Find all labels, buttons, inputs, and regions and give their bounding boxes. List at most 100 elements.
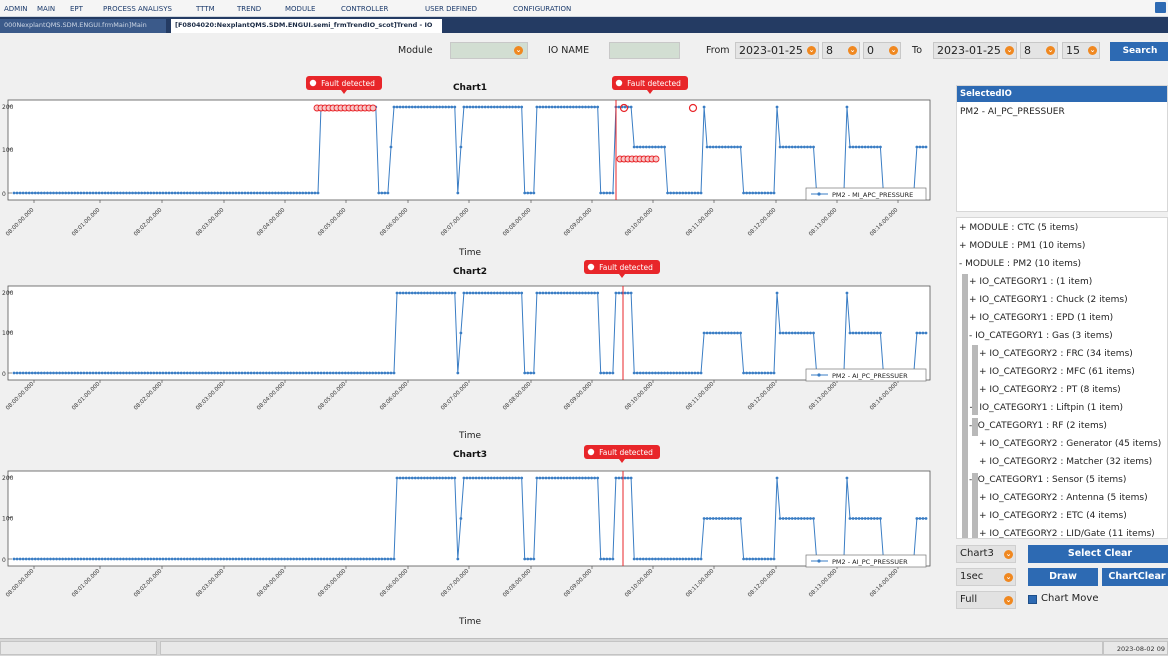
select-clear-button[interactable]: Select Clear bbox=[1028, 545, 1168, 563]
to-date-picker[interactable]: 2023-01-25 ⌄ bbox=[933, 42, 1017, 59]
tree-node[interactable]: + IO_CATEGORY2 : FRC (34 items) bbox=[979, 345, 1133, 363]
selected-io-item[interactable]: PM2 - AI_PC_PRESSUER bbox=[957, 102, 1167, 122]
x-tick-label: 08:04:00.000 bbox=[256, 568, 287, 599]
series-point bbox=[82, 191, 86, 195]
menu-module[interactable]: MODULE bbox=[285, 5, 315, 13]
module-label: Module bbox=[398, 45, 433, 56]
tree-node[interactable]: + IO_CATEGORY1 : (1 item) bbox=[969, 273, 1092, 291]
series-point bbox=[477, 291, 481, 295]
tree-node[interactable]: + IO_CATEGORY2 : Generator (45 items) bbox=[979, 435, 1161, 453]
menu-tttm[interactable]: TTTM bbox=[196, 5, 215, 13]
tree-node[interactable]: + IO_CATEGORY1 : Liftpin (1 item) bbox=[969, 399, 1123, 417]
tree-node[interactable]: + MODULE : CTC (5 items) bbox=[959, 219, 1078, 237]
search-button[interactable]: Search bbox=[1110, 42, 1168, 61]
chart-clear-button[interactable]: ChartClear bbox=[1102, 568, 1168, 586]
x-axis-label: Time bbox=[458, 431, 481, 439]
menu-process-analysis[interactable]: PROCESS ANALISYS bbox=[103, 5, 172, 13]
series-point bbox=[611, 191, 615, 195]
from-min-select[interactable]: 0 ⌄ bbox=[863, 42, 901, 59]
tree-node[interactable]: - IO_CATEGORY1 : Gas (3 items) bbox=[969, 327, 1113, 345]
range-select[interactable]: Full ⌄ bbox=[956, 591, 1016, 609]
tree-node[interactable]: + IO_CATEGORY2 : Antenna (5 items) bbox=[979, 489, 1148, 507]
series-point bbox=[660, 145, 663, 149]
series-point bbox=[210, 191, 214, 195]
series-point bbox=[526, 371, 530, 375]
series-point bbox=[97, 191, 101, 195]
menu-controller[interactable]: CONTROLLER bbox=[341, 5, 388, 13]
series-point bbox=[793, 331, 797, 335]
series-point bbox=[134, 557, 138, 561]
ioname-input[interactable] bbox=[609, 42, 680, 59]
series-point bbox=[319, 371, 323, 375]
chart-select[interactable]: Chart3 ⌄ bbox=[956, 545, 1016, 563]
tree-node[interactable]: + IO_CATEGORY2 : LID/Gate (11 items) bbox=[979, 525, 1155, 538]
series-point bbox=[149, 557, 153, 561]
series-point bbox=[271, 557, 274, 561]
series-point bbox=[106, 557, 110, 561]
from-date-picker[interactable]: 2023-01-25 ⌄ bbox=[735, 42, 819, 59]
tree-node[interactable]: - IO_CATEGORY1 : RF (2 items) bbox=[969, 417, 1107, 435]
chart-1[interactable]: 0 100 200 Chart1 08:00:00.000 08:01:00.000 08:… bbox=[0, 70, 950, 255]
series-point bbox=[149, 371, 153, 375]
x-tick-label: 08:01:00.000 bbox=[71, 568, 102, 599]
tab-main[interactable]: 000NexplantQMS.SDM.ENGUI.frmMain]Main bbox=[0, 19, 166, 33]
interval-select[interactable]: 1sec ⌄ bbox=[956, 568, 1016, 586]
module-select[interactable]: ⌄ bbox=[450, 42, 528, 59]
series-point bbox=[635, 371, 639, 375]
menu-ept[interactable]: EPT bbox=[70, 5, 83, 13]
tree-node[interactable]: + IO_CATEGORY1 : EPD (1 item) bbox=[969, 309, 1113, 327]
tree-node[interactable]: + IO_CATEGORY1 : Chuck (2 items) bbox=[969, 291, 1128, 309]
tree-node[interactable]: + IO_CATEGORY2 : Matcher (32 items) bbox=[979, 453, 1152, 471]
menu-user-defined[interactable]: USER DEFINED bbox=[425, 5, 477, 13]
series-point bbox=[854, 331, 858, 335]
series-point bbox=[234, 371, 238, 375]
series-point bbox=[787, 517, 791, 520]
calendar-icon: ⌄ bbox=[1005, 46, 1014, 55]
menu-trend[interactable]: TREND bbox=[237, 5, 261, 13]
chart-3[interactable]: 0 100 200 Chart3 08:00:00.000 08:01:00.000 08:… bbox=[0, 439, 950, 624]
series-point bbox=[252, 371, 256, 375]
series-point bbox=[860, 145, 864, 149]
chart-move-checkbox[interactable] bbox=[1028, 595, 1037, 604]
tree-node[interactable]: + IO_CATEGORY2 : ETC (4 items) bbox=[979, 507, 1127, 525]
series-point bbox=[432, 105, 435, 109]
chart-2[interactable]: 0 100 200 Chart2 08:00:00.000 08:01:00.000 08:… bbox=[0, 254, 950, 439]
tree-node[interactable]: + IO_CATEGORY2 : MFC (61 items) bbox=[979, 363, 1135, 381]
tab-trend-io[interactable]: [F0804020:NexplantQMS.SDM.ENGUI.semi_frm… bbox=[171, 19, 442, 33]
series-point bbox=[389, 371, 393, 375]
series-point bbox=[778, 331, 782, 335]
tree-node[interactable]: + IO_CATEGORY2 : PT (8 items) bbox=[979, 381, 1121, 399]
series-point bbox=[687, 191, 691, 195]
series-point bbox=[611, 371, 615, 375]
series-point bbox=[647, 145, 651, 149]
series-point bbox=[863, 517, 867, 520]
series-point bbox=[131, 557, 134, 561]
to-min-select[interactable]: 15 ⌄ bbox=[1062, 42, 1100, 59]
tree-node[interactable]: - MODULE : PM2 (10 items) bbox=[959, 255, 1081, 273]
to-hour-select[interactable]: 8 ⌄ bbox=[1020, 42, 1058, 59]
series-point bbox=[109, 191, 113, 195]
series-point bbox=[301, 371, 305, 375]
series-point bbox=[88, 557, 92, 561]
series-point bbox=[502, 291, 505, 295]
menu-main[interactable]: MAIN bbox=[37, 5, 55, 13]
menu-admin[interactable]: ADMIN bbox=[4, 5, 28, 13]
series-point bbox=[459, 331, 463, 335]
tree-node[interactable]: + MODULE : PM1 (10 items) bbox=[959, 237, 1085, 255]
series-point bbox=[213, 191, 217, 195]
series-point bbox=[140, 371, 144, 375]
from-hour-select[interactable]: 8 ⌄ bbox=[822, 42, 860, 59]
draw-button[interactable]: Draw bbox=[1028, 568, 1098, 586]
series-point bbox=[231, 191, 235, 195]
tree-node[interactable]: - IO_CATEGORY1 : Sensor (5 items) bbox=[969, 471, 1126, 489]
series-point bbox=[255, 557, 259, 561]
series-point bbox=[693, 371, 697, 375]
series-point bbox=[134, 371, 138, 375]
from-hour-value: 8 bbox=[826, 44, 833, 57]
window-icon[interactable] bbox=[1155, 2, 1166, 13]
series-point bbox=[711, 517, 715, 520]
menu-configuration[interactable]: CONFIGURATION bbox=[513, 5, 571, 13]
series-point bbox=[499, 291, 502, 295]
series-point bbox=[456, 371, 460, 375]
x-tick-label: 08:07:00.000 bbox=[440, 381, 471, 412]
